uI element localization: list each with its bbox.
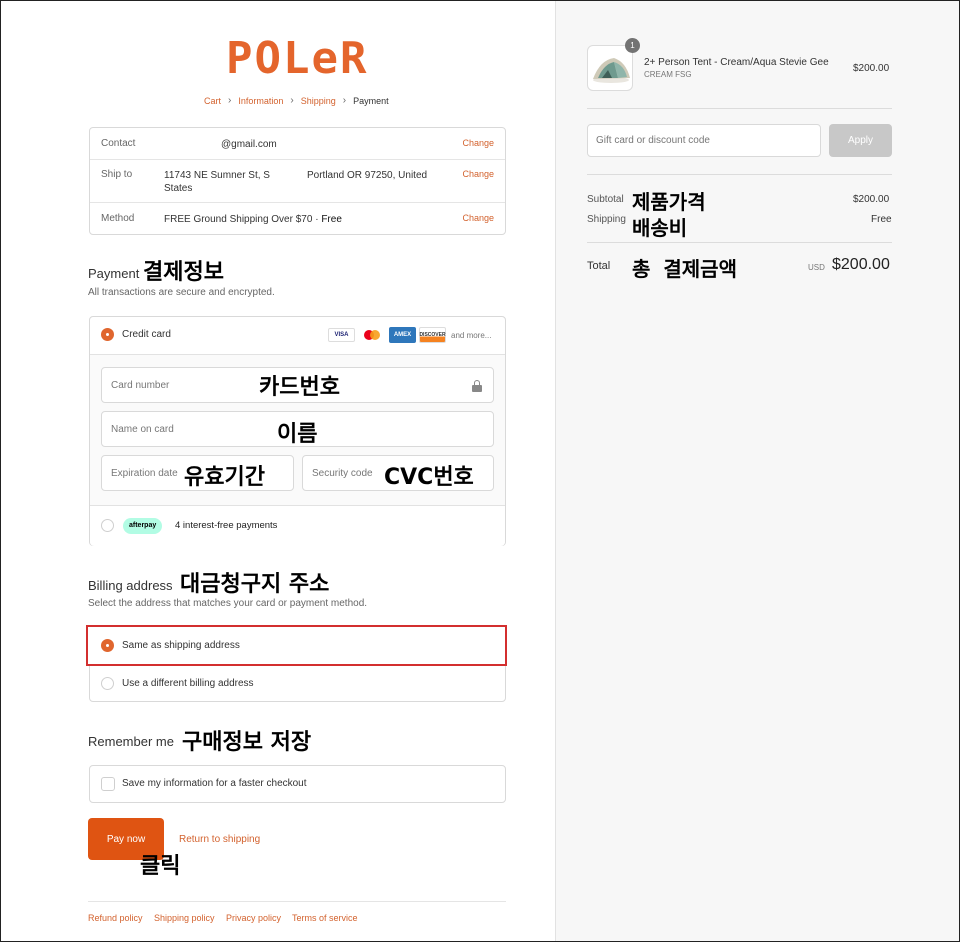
product-name: 2+ Person Tent - Cream/Aqua Stevie Gee: [644, 57, 829, 68]
same-as-shipping-radio[interactable]: [101, 639, 114, 652]
refund-policy-link[interactable]: Refund policy: [88, 913, 143, 923]
total-annotation: 총 결제금액: [632, 257, 737, 281]
same-as-shipping-option[interactable]: Same as shipping address: [86, 625, 507, 666]
method-label: Method: [101, 213, 135, 224]
credit-card-header[interactable]: Credit card VISA AMEX DISCOVER and more.…: [90, 317, 505, 355]
remember-annotation: 구매정보 저장: [182, 730, 312, 755]
ship-to-address-line2: States: [164, 183, 193, 194]
footer-divider: [88, 901, 506, 902]
quantity-badge: 1: [625, 38, 640, 53]
breadcrumb-shipping[interactable]: Shipping: [301, 96, 336, 106]
payment-annotation: 결제정보: [143, 260, 224, 285]
shipping-label: Shipping: [587, 214, 626, 225]
afterpay-label: 4 interest-free payments: [175, 520, 278, 531]
product-variant: CREAM FSG: [644, 70, 692, 79]
shipping-value: Free: [871, 214, 892, 225]
tent-icon: [593, 58, 630, 83]
subtotal-annotation: 제품가격: [632, 190, 706, 214]
method-value: FREE Ground Shipping Over $70 · Free: [164, 213, 342, 226]
terms-of-service-link[interactable]: Terms of service: [292, 913, 358, 923]
name-annotation: 이름: [277, 422, 318, 447]
use-different-billing-option[interactable]: Use a different billing address: [90, 666, 505, 702]
amex-icon: AMEX: [389, 327, 416, 343]
subtotal-label: Subtotal: [587, 194, 624, 205]
return-to-shipping-link[interactable]: Return to shipping: [179, 834, 260, 845]
discount-input[interactable]: [588, 125, 820, 156]
and-more-label: and more...: [451, 331, 492, 340]
method-price: Free: [321, 214, 342, 225]
product-thumbnail: [587, 45, 633, 91]
product-price: $200.00: [853, 63, 890, 74]
same-as-shipping-label: Same as shipping address: [122, 640, 240, 651]
breadcrumb: Cart › Information › Shipping › Payment: [204, 95, 389, 106]
contact-label: Contact: [101, 138, 136, 149]
credit-card-label: Credit card: [122, 329, 171, 340]
afterpay-radio[interactable]: [101, 519, 114, 532]
brand-logo[interactable]: POLeR: [226, 36, 368, 82]
total-label: Total: [587, 260, 611, 272]
different-billing-radio[interactable]: [101, 677, 114, 690]
apply-button[interactable]: Apply: [829, 124, 892, 157]
payment-title: Payment: [88, 266, 140, 281]
remember-label: Save my information for a faster checkou…: [122, 778, 307, 789]
currency-code: USD: [808, 263, 825, 272]
discount-field[interactable]: [587, 124, 821, 157]
payment-box: Credit card VISA AMEX DISCOVER and more.…: [89, 316, 506, 546]
method-change-link[interactable]: Change: [462, 213, 494, 223]
divider: [587, 108, 892, 109]
chevron-right-icon: ›: [342, 95, 347, 106]
breadcrumb-cart[interactable]: Cart: [204, 96, 221, 106]
afterpay-option[interactable]: afterpay 4 interest-free payments: [90, 505, 505, 546]
shipping-policy-link[interactable]: Shipping policy: [154, 913, 215, 923]
amex-label: AMEX: [393, 332, 412, 338]
shipping-annotation: 배송비: [632, 216, 688, 240]
visa-icon: VISA: [328, 328, 355, 342]
remember-box[interactable]: Save my information for a faster checkou…: [89, 765, 506, 803]
security-code-annotation: CVC번호: [384, 465, 474, 490]
remember-checkbox[interactable]: [101, 777, 115, 791]
ship-to-change-link[interactable]: Change: [462, 169, 494, 179]
breadcrumb-information[interactable]: Information: [238, 96, 283, 106]
discover-icon: DISCOVER: [419, 327, 446, 343]
divider: [90, 159, 505, 160]
total-value: $200.00: [832, 256, 890, 273]
mastercard-icon: [361, 328, 385, 342]
privacy-policy-link[interactable]: Privacy policy: [226, 913, 281, 923]
divider: [587, 174, 892, 175]
ship-to-address-city: Portland OR 97250, United: [307, 170, 428, 181]
discover-label: DISCOVER: [419, 332, 446, 338]
afterpay-logo: afterpay: [123, 518, 163, 534]
contact-value: @gmail.com: [221, 139, 277, 150]
billing-subtitle: Select the address that matches your car…: [88, 598, 368, 609]
breadcrumb-payment: Payment: [353, 95, 389, 106]
contact-change-link[interactable]: Change: [462, 138, 494, 148]
visa-label: VISA: [334, 332, 349, 338]
different-billing-label: Use a different billing address: [122, 678, 254, 689]
chevron-right-icon: ›: [228, 95, 232, 106]
ship-to-address-line1: 11743 NE Sumner St, S: [164, 170, 270, 181]
method-name: FREE Ground Shipping Over $70 ·: [164, 214, 322, 225]
expiration-annotation: 유효기간: [184, 465, 265, 490]
brand-logo-text: POLeR: [226, 33, 369, 84]
billing-annotation: 대금청구지 주소: [180, 572, 330, 597]
billing-title: Billing address: [88, 578, 173, 593]
subtotal-value: $200.00: [853, 194, 890, 205]
pay-annotation: 클릭: [140, 854, 181, 879]
payment-subtitle: All transactions are secure and encrypte…: [88, 287, 275, 298]
credit-card-radio[interactable]: [101, 328, 114, 341]
ship-to-label: Ship to: [101, 169, 133, 180]
lock-icon: [472, 380, 482, 392]
card-number-annotation: 카드번호: [259, 375, 340, 400]
chevron-right-icon: ›: [290, 95, 294, 106]
remember-title: Remember me: [88, 734, 174, 749]
divider: [587, 242, 892, 243]
divider: [90, 202, 505, 203]
review-box: Contact @gmail.com Change Ship to 11743 …: [89, 127, 506, 235]
